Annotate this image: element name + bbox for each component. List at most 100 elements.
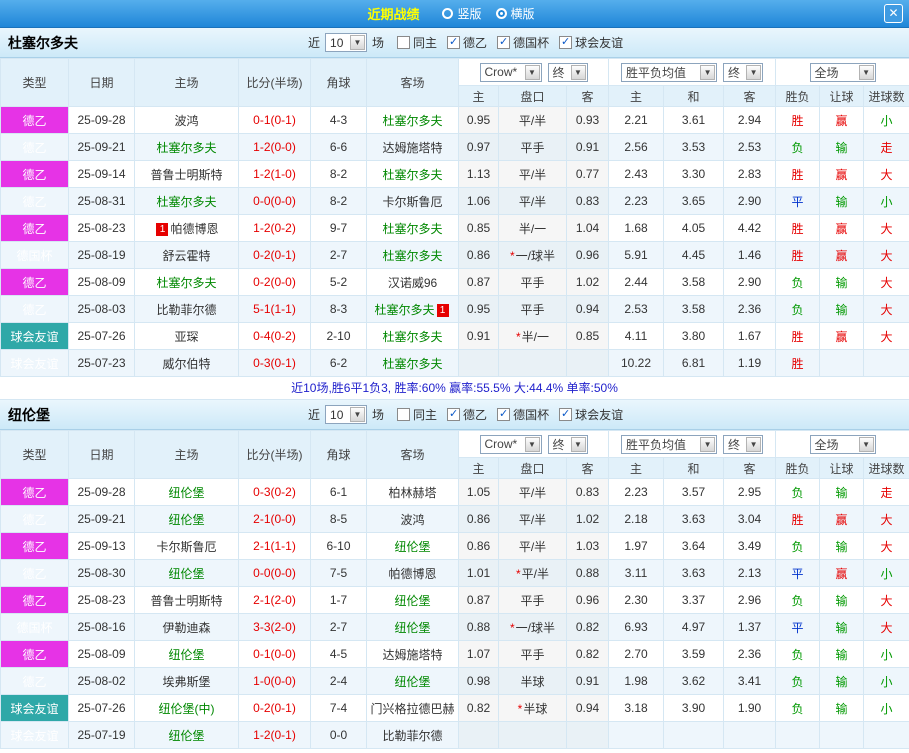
date-cell: 25-09-28 [68, 106, 135, 134]
filter-option[interactable]: 同主 [397, 406, 437, 423]
date-cell: 25-09-21 [68, 133, 135, 161]
odds-away-cell: 1.02 [565, 505, 610, 533]
score-cell: 0-4(0-2) [238, 322, 311, 350]
odds-away-cell [565, 349, 610, 377]
odds-provider-select[interactable]: Crow* ▼ [479, 62, 542, 82]
odds-provider-select[interactable]: Crow* ▼ [479, 434, 542, 454]
mean-away-cell: 2.95 [723, 478, 777, 506]
home-team-cell: 普鲁士明斯特 [134, 160, 239, 188]
league-type-cell: 德乙 [0, 505, 69, 533]
mean-home-cell: 2.44 [608, 268, 665, 296]
goals-result-cell: 大 [863, 241, 909, 269]
mean-away-cell: 2.90 [723, 187, 777, 215]
col-corner: 角球 [310, 430, 367, 479]
odds-away-cell: 0.83 [565, 478, 610, 506]
match-row: 德乙 25-08-09 纽伦堡 0-1(0-0) 4-5 达姆施塔特 1.07 平手 0.82 2… [0, 640, 909, 668]
result-cell: 胜 [775, 349, 821, 377]
filter-option[interactable]: ✓ 球会友谊 [559, 406, 623, 423]
date-cell: 25-08-30 [68, 559, 135, 587]
radio-vertical-layout[interactable]: 竖版 [442, 5, 482, 22]
league-type-cell: 德乙 [0, 106, 69, 134]
mean-draw-cell: 3.65 [663, 187, 725, 215]
odds-home-cell: 0.91 [458, 322, 499, 350]
result-cell: 平 [775, 187, 821, 215]
match-row: 德乙 25-09-13 卡尔斯鲁厄 2-1(1-1) 6-10 纽伦堡 0.86 平/半 1.0… [0, 532, 909, 560]
filter-option[interactable]: 同主 [397, 34, 437, 51]
filter-option[interactable]: ✓ 德乙 [447, 34, 487, 51]
chevron-down-icon: ▼ [570, 64, 586, 80]
mean-time-select[interactable]: 终 ▼ [723, 434, 764, 454]
radio-horizontal-layout[interactable]: 横版 [495, 5, 535, 22]
mean-home-cell: 1.98 [608, 667, 665, 695]
mean-type-select[interactable]: 胜平负均值 ▼ [621, 62, 718, 82]
mean-draw-cell: 3.53 [663, 133, 725, 161]
mean-draw-cell: 3.30 [663, 160, 725, 188]
team-name-text: 比勒菲尔德 [156, 302, 217, 317]
odds-away-cell: 0.82 [565, 613, 610, 641]
star-mark: * [515, 566, 521, 581]
col-type: 类型 [0, 58, 69, 107]
filter-option[interactable]: ✓ 德国杯 [497, 406, 549, 423]
home-team-cell: 纽伦堡(中) [134, 694, 239, 722]
games-label: 场 [372, 408, 385, 422]
mean-away-cell: 3.04 [723, 505, 777, 533]
odds-controls-cell: Crow* ▼ 终 ▼ [457, 58, 610, 86]
col-mean-draw: 和 [663, 457, 725, 479]
summary-line: 近10场,胜6平1负3, 胜率:60% 赢率:55.5% 大:44.4% 单率:… [0, 377, 909, 400]
scope-select[interactable]: 全场 ▼ [809, 434, 876, 454]
home-team-cell: 杜塞尔多夫 [134, 187, 239, 215]
odds-away-cell: 1.03 [565, 532, 610, 560]
col-date: 日期 [68, 58, 135, 107]
filter-checkboxes: 同主 ✓ 德乙 ✓ 德国杯 ✓ 球会友谊 [397, 34, 623, 51]
odds-time-select[interactable]: 终 ▼ [547, 434, 588, 454]
team-name-text: 纽伦堡 [168, 647, 205, 662]
score-cell: 2-1(0-0) [238, 505, 311, 533]
mean-time-select[interactable]: 终 ▼ [723, 62, 764, 82]
corner-cell: 2-7 [310, 241, 367, 269]
away-team-cell: 比勒菲尔德 [366, 721, 459, 749]
league-type-cell: 球会友谊 [0, 349, 69, 377]
corner-cell: 1-7 [310, 586, 367, 614]
mean-home-cell: 2.30 [608, 586, 665, 614]
goals-result-cell: 小 [863, 694, 909, 722]
team-name-text: 达姆施塔特 [382, 140, 443, 155]
col-odds-home: 主 [458, 457, 499, 479]
score-cell: 2-1(2-0) [238, 586, 311, 614]
match-count-value: 10 [330, 407, 344, 422]
odds-time-select[interactable]: 终 ▼ [547, 62, 588, 82]
goals-result-cell [863, 721, 909, 749]
corner-cell: 8-5 [310, 505, 367, 533]
mean-draw-cell: 3.58 [663, 295, 725, 323]
handicap-result-cell: 赢 [819, 559, 865, 587]
team-name: 纽伦堡 [8, 406, 50, 423]
match-count-select[interactable]: 10 ▼ [325, 405, 368, 424]
result-cell: 负 [775, 586, 821, 614]
star-mark: * [509, 620, 515, 635]
scope-controls-cell: 全场 ▼ [775, 430, 909, 458]
mean-type-select[interactable]: 胜平负均值 ▼ [621, 434, 718, 454]
mean-controls-cell: 胜平负均值 ▼ 终 ▼ [608, 58, 777, 86]
odds-away-cell: 0.82 [565, 640, 610, 668]
handicap-result-cell: 输 [819, 586, 865, 614]
away-team-cell: 柏林赫塔 [366, 478, 459, 506]
filter-option[interactable]: ✓ 德乙 [447, 406, 487, 423]
away-team-cell: 杜塞尔多夫 [366, 241, 459, 269]
odds-away-cell: 0.83 [565, 187, 610, 215]
filter-option[interactable]: ✓ 球会友谊 [559, 34, 623, 51]
section-header: 纽伦堡 近 10 ▼ 场 同主 ✓ 德乙 ✓ 德国杯 ✓ 球会友谊 [0, 400, 909, 430]
chevron-down-icon: ▼ [858, 436, 874, 452]
scope-select[interactable]: 全场 ▼ [809, 62, 876, 82]
match-count-select[interactable]: 10 ▼ [325, 33, 368, 52]
close-button[interactable]: ✕ [884, 4, 903, 23]
mean-draw-cell: 3.64 [663, 532, 725, 560]
home-team-cell: 比勒菲尔德 [134, 295, 239, 323]
checkbox-label: 球会友谊 [575, 36, 624, 50]
corner-cell: 6-2 [310, 349, 367, 377]
team-name-text: 伊勒迪森 [162, 620, 211, 635]
handicap-result-cell: 赢 [819, 322, 865, 350]
col-away: 客场 [366, 58, 459, 107]
col-odds-away: 客 [565, 85, 610, 107]
matches-body: 德乙 25-09-28 纽伦堡 0-3(0-2) 6-1 柏林赫塔 1.05 平/半 0.83 2… [0, 478, 909, 749]
checkbox-label: 德乙 [463, 36, 488, 50]
filter-option[interactable]: ✓ 德国杯 [497, 34, 549, 51]
